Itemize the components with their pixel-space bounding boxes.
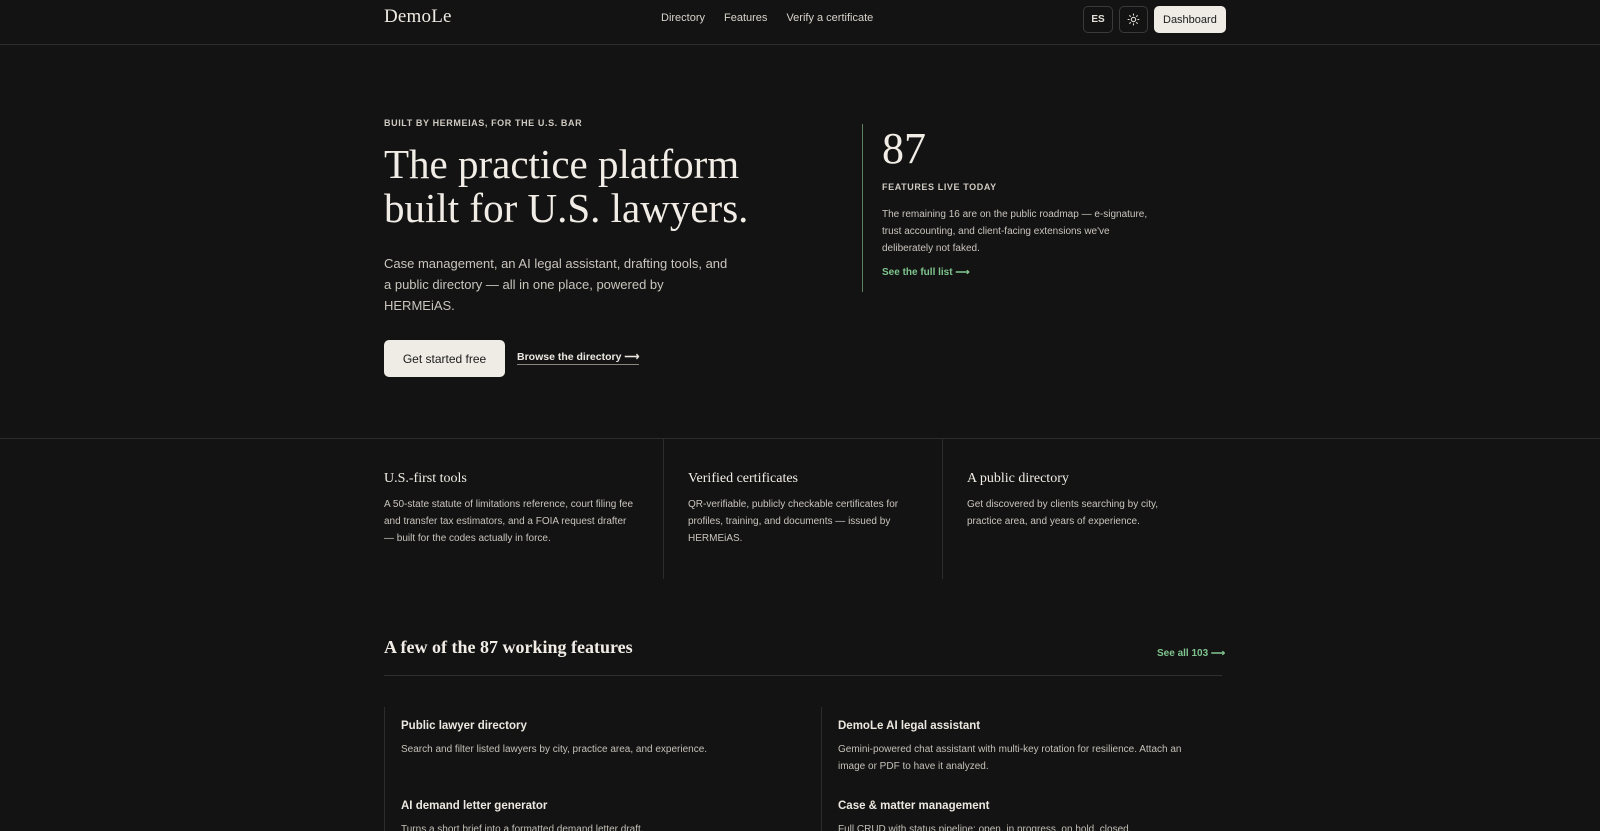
hero-title: The practice platform built for U.S. law…: [384, 141, 749, 231]
pillar-us-first-tools: U.S.-first tools A 50-state statute of l…: [384, 439, 664, 579]
features-stat-panel: 87 FEATURES LIVE TODAY The remaining 16 …: [862, 124, 1162, 292]
feature-item[interactable]: Public lawyer directory Search and filte…: [401, 720, 801, 758]
feature-title: Public lawyer directory: [401, 720, 527, 732]
hero-eyebrow: BUILT BY HERMEIAS, FOR THE U.S. BAR: [384, 118, 583, 128]
language-toggle-button[interactable]: ES: [1083, 6, 1113, 33]
pillar-title: A public directory: [967, 471, 1069, 486]
pillar-text: QR-verifiable, publicly checkable certif…: [688, 499, 899, 544]
dashboard-button[interactable]: Dashboard: [1154, 6, 1226, 33]
value-pillars: U.S.-first tools A 50-state statute of l…: [0, 438, 1600, 579]
header-actions: ES Dashboard: [1083, 6, 1226, 33]
pillar-text: Get discovered by clients searching by c…: [967, 499, 1159, 527]
hero-subtitle: Case management, an AI legal assistant, …: [384, 256, 728, 313]
pillar-title: U.S.-first tools: [384, 471, 467, 486]
feature-item[interactable]: AI demand letter generator Turns a short…: [401, 800, 801, 831]
pillar-public-directory: A public directory Get discovered by cli…: [942, 439, 1232, 579]
features-count-label: FEATURES LIVE TODAY: [882, 182, 997, 192]
features-column-left: Public lawyer directory Search and filte…: [384, 707, 822, 831]
sun-icon: [1127, 13, 1140, 26]
nav-verify-certificate[interactable]: Verify a certificate: [786, 12, 873, 24]
feature-title: AI demand letter generator: [401, 800, 548, 812]
see-full-list-link[interactable]: See the full list ⟶: [882, 267, 1162, 278]
pillar-text: A 50-state statute of limitations refere…: [384, 499, 634, 544]
feature-title: DemoLe AI legal assistant: [838, 720, 981, 732]
feature-text: Full CRUD with status pipeline: open, in…: [838, 824, 1132, 831]
feature-item[interactable]: Case & matter management Full CRUD with …: [838, 800, 1208, 831]
theme-toggle-button[interactable]: [1119, 6, 1148, 33]
see-all-features-link[interactable]: See all 103 ⟶: [1157, 648, 1225, 659]
feature-title: Case & matter management: [838, 800, 990, 812]
feature-text: Search and filter listed lawyers by city…: [401, 744, 708, 755]
nav-directory[interactable]: Directory: [661, 12, 705, 24]
main-nav: Directory Features Verify a certificate: [661, 12, 873, 24]
roadmap-description: The remaining 16 are on the public roadm…: [882, 209, 1148, 254]
pillar-title: Verified certificates: [688, 471, 798, 486]
get-started-button[interactable]: Get started free: [384, 340, 505, 377]
feature-text: Turns a short brief into a formatted dem…: [401, 824, 644, 831]
pillar-verified-certificates: Verified certificates QR-verifiable, pub…: [663, 439, 943, 579]
logo[interactable]: DemoLe: [384, 6, 452, 28]
features-count: 87: [882, 124, 926, 173]
nav-features[interactable]: Features: [724, 12, 767, 24]
features-column-right: DemoLe AI legal assistant Gemini-powered…: [821, 707, 1221, 831]
browse-directory-link[interactable]: Browse the directory ⟶: [517, 351, 640, 365]
top-header: DemoLe Directory Features Verify a certi…: [0, 0, 1600, 45]
section-divider: [384, 675, 1222, 676]
features-section-title: A few of the 87 working features: [384, 637, 633, 657]
feature-text: Gemini-powered chat assistant with multi…: [838, 744, 1182, 772]
feature-item[interactable]: DemoLe AI legal assistant Gemini-powered…: [838, 720, 1208, 775]
